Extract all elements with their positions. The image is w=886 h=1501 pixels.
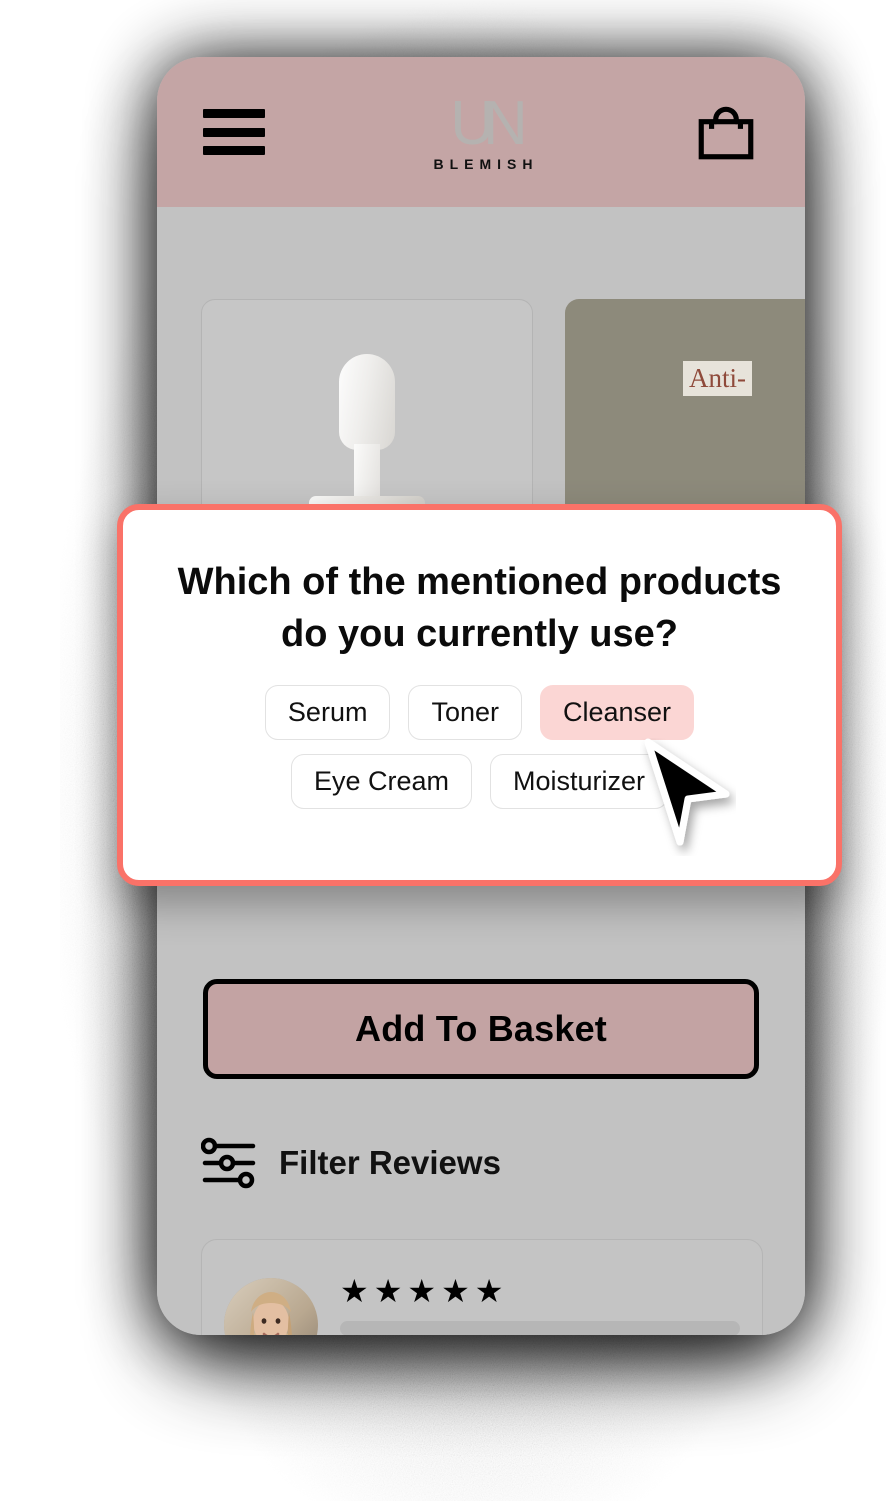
modal-title-line-1: Which of the mentioned products (177, 561, 782, 603)
modal-title-line-2: do you currently use? (281, 613, 678, 656)
reviewer-avatar (224, 1278, 318, 1335)
filter-reviews-button[interactable]: Filter Reviews (201, 1137, 501, 1189)
option-chip-serum[interactable]: Serum (264, 684, 391, 740)
app-header: UN BLEMISH (157, 57, 805, 207)
hamburger-menu-icon[interactable] (203, 109, 265, 155)
review-text-placeholder-line (340, 1321, 740, 1335)
logo-secondary-text: BLEMISH (433, 156, 539, 172)
option-chip-toner[interactable]: Toner (408, 684, 522, 740)
review-content: ★★★★★ (340, 1275, 740, 1335)
side-card-label: Anti- (683, 361, 752, 396)
review-list-item[interactable]: ★★★★★ (201, 1239, 763, 1335)
modal-title: Which of the mentioned products do you c… (170, 556, 790, 661)
shopping-bag-icon[interactable] (693, 99, 759, 165)
add-to-basket-button[interactable]: Add To Basket (203, 979, 759, 1079)
brand-logo: UN BLEMISH (428, 89, 539, 172)
review-star-rating: ★★★★★ (340, 1273, 509, 1309)
option-chip-group: Serum Toner Cleanser Eye Cream Moisturiz… (180, 684, 780, 809)
survey-modal: Which of the mentioned products do you c… (117, 504, 842, 886)
filter-reviews-label: Filter Reviews (279, 1144, 501, 1181)
option-chip-cleanser[interactable]: Cleanser (540, 684, 695, 740)
option-chip-eye-cream[interactable]: Eye Cream (290, 753, 472, 809)
logo-primary-text: UN (450, 89, 528, 158)
filter-sliders-icon (201, 1137, 256, 1189)
option-chip-moisturizer[interactable]: Moisturizer (490, 753, 669, 809)
